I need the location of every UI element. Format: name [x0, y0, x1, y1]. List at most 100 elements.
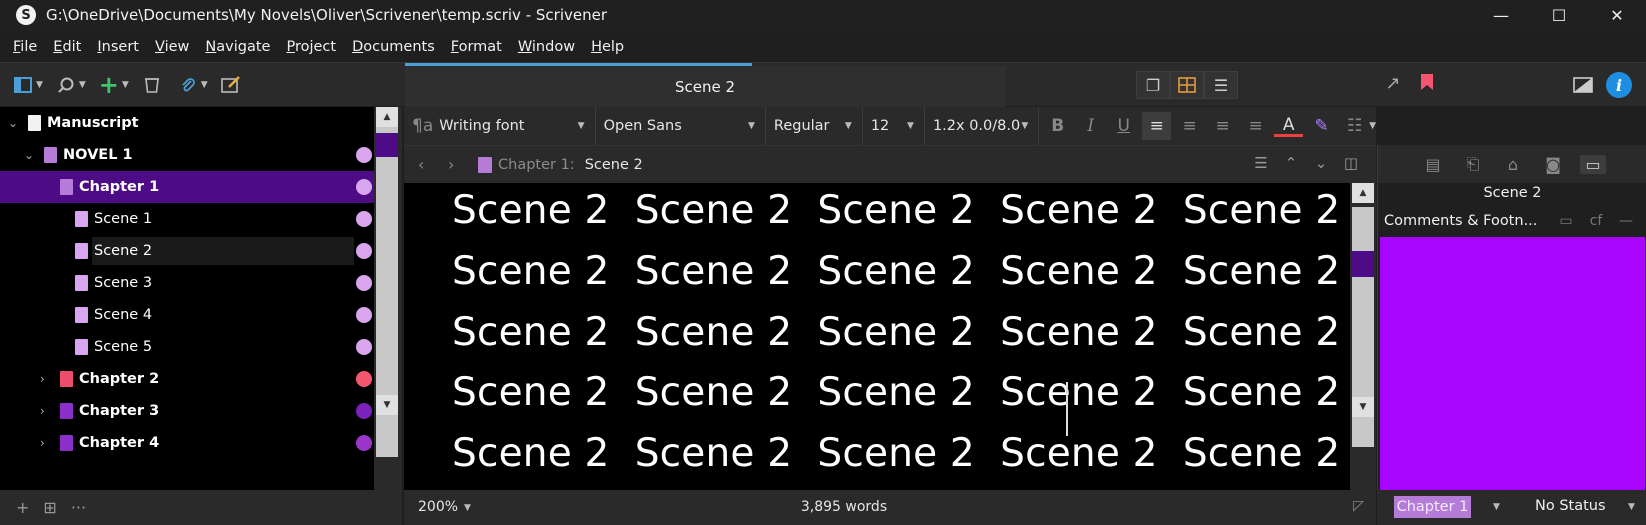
forward-arrow-icon[interactable]: ›: [448, 155, 464, 174]
attachment-icon[interactable]: [177, 74, 199, 96]
target-icon[interactable]: ◸: [1353, 498, 1364, 514]
binder-item-chapter-2[interactable]: › Chapter 2: [0, 363, 374, 395]
corkboard-view-icon[interactable]: [1170, 71, 1204, 99]
label-caret-icon[interactable]: ▼: [1493, 502, 1500, 512]
highlight-icon[interactable]: ✎: [1307, 112, 1336, 140]
list-icon[interactable]: ☷: [1340, 112, 1369, 140]
menu-view[interactable]: View: [155, 39, 189, 55]
trash-icon[interactable]: [141, 74, 163, 96]
font-weight-value: Regular: [773, 118, 830, 134]
italic-icon[interactable]: I: [1076, 112, 1105, 140]
notes-icon[interactable]: ▤: [1420, 155, 1446, 174]
view-layout-icon[interactable]: [12, 74, 34, 96]
chevron-up-icon[interactable]: ⌃: [1276, 154, 1306, 172]
binder-item-manuscript[interactable]: ⌄ Manuscript: [0, 107, 374, 139]
add-footnote-icon[interactable]: cf: [1581, 213, 1611, 229]
label-select[interactable]: Chapter 1: [1394, 496, 1471, 518]
chevron-down-icon[interactable]: ⌄: [8, 116, 18, 130]
bookmark-icon[interactable]: [1414, 73, 1440, 96]
binder-item-chapter-1[interactable]: Chapter 1: [0, 171, 374, 203]
add-comment-icon[interactable]: ▭: [1551, 213, 1581, 229]
inspector-toggle-icon[interactable]: i: [1606, 72, 1632, 98]
scroll-up-icon[interactable]: ▲: [1352, 183, 1374, 203]
more-options-icon[interactable]: ···: [71, 498, 86, 517]
chevron-down-icon[interactable]: ⌄: [1306, 154, 1336, 172]
binder-item-chapter-3[interactable]: › Chapter 3: [0, 395, 374, 427]
menu-documents[interactable]: Documents: [352, 39, 435, 55]
comments-area[interactable]: [1380, 237, 1645, 490]
underline-icon[interactable]: U: [1109, 112, 1138, 140]
menu-window[interactable]: Window: [518, 39, 575, 55]
composition-mode-icon[interactable]: [1570, 72, 1596, 98]
scrivenings-view-icon[interactable]: ❐: [1136, 71, 1170, 99]
breadcrumb-parent[interactable]: Chapter 1:: [498, 157, 575, 173]
collapse-icon[interactable]: —: [1611, 213, 1641, 229]
font-family-select[interactable]: Open Sans ▼: [596, 107, 766, 145]
maximize-button[interactable]: ☐: [1530, 0, 1588, 30]
minimize-button[interactable]: —: [1472, 0, 1530, 30]
font-size-select[interactable]: 12 ▼: [863, 107, 925, 145]
editor-scrollbar[interactable]: ▲ ▼: [1350, 183, 1376, 490]
breadcrumb-current[interactable]: Scene 2: [585, 157, 643, 173]
binder-item-scene-3[interactable]: Scene 3: [0, 267, 374, 299]
status-select[interactable]: No Status: [1535, 498, 1606, 514]
split-editor-icon[interactable]: ◫: [1336, 154, 1366, 172]
text-editor[interactable]: Scene 2 Scene 2 Scene 2 Scene 2 Scene 2 …: [404, 183, 1350, 490]
binder-item-novel-1[interactable]: ⌄ NOVEL 1: [0, 139, 374, 171]
menu-format[interactable]: Format: [451, 39, 502, 55]
add-folder-icon[interactable]: ⊞: [43, 498, 56, 517]
scroll-down-icon[interactable]: ▼: [1352, 397, 1374, 417]
outliner-view-icon[interactable]: ☰: [1204, 71, 1238, 99]
menu-file[interactable]: File: [13, 39, 37, 55]
binder-item-label: Scene 3: [94, 275, 153, 291]
binder-item-scene-5[interactable]: Scene 5: [0, 331, 374, 363]
style-select[interactable]: ¶a Writing font ▼: [404, 107, 596, 145]
menu-help[interactable]: Help: [591, 39, 624, 55]
bookmarks-icon[interactable]: ⎗: [1460, 154, 1486, 174]
close-button[interactable]: ✕: [1588, 0, 1646, 30]
search-caret-icon[interactable]: ▼: [79, 80, 86, 90]
scroll-down-icon[interactable]: ▼: [376, 395, 398, 415]
attachment-caret-icon[interactable]: ▼: [201, 80, 208, 90]
font-weight-select[interactable]: Regular ▼: [766, 107, 863, 145]
add-icon[interactable]: +: [16, 498, 29, 517]
align-center-icon[interactable]: ≡: [1175, 112, 1204, 140]
comments-icon[interactable]: ▭: [1580, 154, 1606, 174]
list-caret-icon[interactable]: ▼: [1369, 121, 1376, 131]
scroll-up-icon[interactable]: ▲: [376, 107, 398, 127]
item-menu-icon[interactable]: ☰: [1246, 154, 1276, 172]
binder-item-scene-4[interactable]: Scene 4: [0, 299, 374, 331]
search-icon[interactable]: [55, 74, 77, 96]
align-left-icon[interactable]: ≡: [1142, 112, 1172, 140]
bold-icon[interactable]: B: [1043, 112, 1072, 140]
binder-item-scene-2[interactable]: Scene 2: [0, 235, 374, 267]
line-spacing-select[interactable]: 1.2x 0.0/8.0 ▼: [925, 107, 1040, 145]
add-caret-icon[interactable]: ▼: [122, 80, 129, 90]
align-right-icon[interactable]: ≡: [1241, 112, 1270, 140]
chevron-right-icon[interactable]: ›: [40, 372, 45, 386]
chevron-down-icon[interactable]: ⌄: [24, 148, 34, 162]
align-justify-icon[interactable]: ≡: [1208, 112, 1237, 140]
add-icon[interactable]: +: [98, 71, 120, 99]
binder-item-scene-1[interactable]: Scene 1: [0, 203, 374, 235]
status-caret-icon[interactable]: ▼: [1628, 502, 1635, 512]
notes-edit-icon[interactable]: [220, 74, 242, 96]
chevron-right-icon[interactable]: ›: [40, 404, 45, 418]
menu-navigate[interactable]: Navigate: [205, 39, 270, 55]
view-layout-caret-icon[interactable]: ▼: [36, 80, 43, 90]
text-color-icon[interactable]: A: [1274, 115, 1304, 137]
back-arrow-icon[interactable]: ‹: [418, 155, 434, 174]
binder-item-chapter-4[interactable]: › Chapter 4: [0, 427, 374, 459]
share-icon[interactable]: ↗: [1380, 73, 1406, 96]
metadata-icon[interactable]: ⌂: [1500, 155, 1526, 174]
window-title: G:\OneDrive\Documents\My Novels\Oliver\S…: [46, 6, 607, 24]
menu-insert[interactable]: Insert: [97, 39, 139, 55]
tab-scene-2[interactable]: Scene 2: [405, 63, 1005, 107]
menu-project[interactable]: Project: [286, 39, 336, 55]
chevron-down-icon: ▼: [844, 121, 852, 131]
snapshots-icon[interactable]: ◙: [1540, 155, 1566, 174]
binder-scrollbar[interactable]: ▲ ▼: [374, 107, 402, 490]
chevron-right-icon[interactable]: ›: [40, 436, 45, 450]
chevron-down-icon: ▼: [577, 121, 585, 131]
menu-edit[interactable]: Edit: [53, 39, 81, 55]
